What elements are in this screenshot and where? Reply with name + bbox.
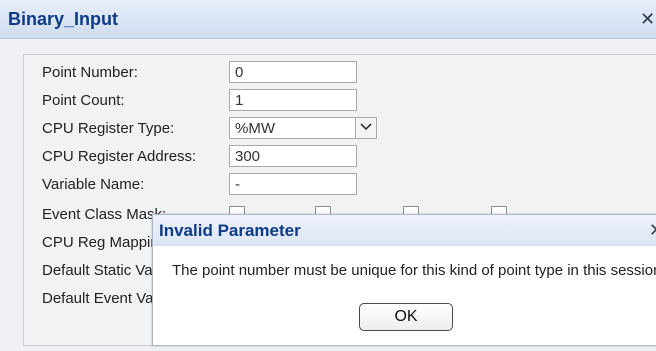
window-close-icon[interactable]: ✕ [640, 9, 656, 29]
dialog-header: Invalid Parameter ✕ [153, 215, 656, 246]
chevron-down-icon[interactable] [355, 118, 376, 138]
point-count-input[interactable]: 1 [229, 89, 357, 111]
dialog-close-icon[interactable]: ✕ [649, 220, 656, 241]
ok-button[interactable]: OK [359, 303, 453, 331]
row-cpu-register-type: CPU Register Type: %MW [24, 116, 656, 142]
invalid-parameter-dialog: Invalid Parameter ✕ The point number mus… [152, 214, 656, 346]
row-cpu-register-address: CPU Register Address: 300 [24, 144, 656, 170]
point-count-label: Point Count: [42, 92, 125, 109]
cpu-register-address-label: CPU Register Address: [42, 148, 197, 165]
event-class-mask-label: Event Class Mask: [42, 206, 167, 223]
dialog-title: Invalid Parameter [159, 221, 301, 240]
row-point-count: Point Count: 1 [24, 88, 656, 114]
point-number-input[interactable]: 0 [229, 61, 357, 83]
cpu-register-address-input[interactable]: 300 [229, 145, 357, 167]
window-title: Binary_Input [8, 9, 119, 29]
row-variable-name: Variable Name: - [24, 172, 656, 198]
dialog-message: The point number must be unique for this… [172, 262, 656, 279]
row-point-number: Point Number: 0 [24, 60, 656, 86]
cpu-register-type-select[interactable]: %MW [229, 117, 377, 139]
variable-name-input[interactable]: - [229, 173, 357, 195]
binary-input-window: Binary_Input ✕ Point Number: 0 Point Cou… [0, 0, 656, 351]
cpu-register-type-label: CPU Register Type: [42, 120, 175, 137]
variable-name-label: Variable Name: [42, 176, 145, 193]
point-number-label: Point Number: [42, 64, 138, 81]
cpu-register-type-value: %MW [235, 120, 275, 137]
window-title-bar: Binary_Input ✕ [0, 0, 656, 39]
